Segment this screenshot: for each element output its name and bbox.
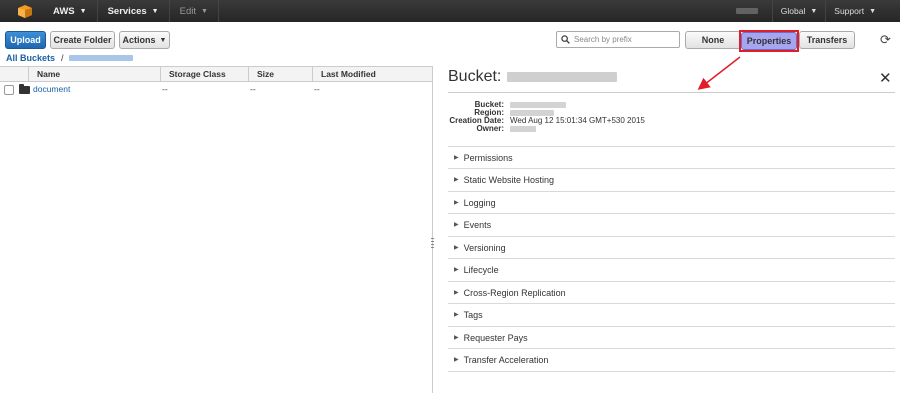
section-transfer-acceleration[interactable]: ▶ Transfer Acceleration (448, 348, 895, 370)
chevron-down-icon: ▼ (159, 36, 167, 44)
actions-button-label: Actions (122, 35, 156, 45)
panel-title-label: Bucket: (448, 68, 502, 85)
aws-menu-label: AWS (53, 5, 75, 17)
section-label: Tags (463, 309, 483, 320)
column-header-storage-class[interactable]: Storage Class (160, 67, 248, 82)
row-size: -- (250, 84, 256, 94)
create-folder-button[interactable]: Create Folder (50, 31, 115, 49)
section-cross-region-replication[interactable]: ▶ Cross-Region Replication (448, 281, 895, 303)
section-versioning[interactable]: ▶ Versioning (448, 236, 895, 258)
bucket-info: Bucket: Region: Creation Date: Wed Aug 1… (448, 101, 645, 133)
expand-triangle-icon: ▶ (454, 312, 459, 318)
section-label: Cross-Region Replication (463, 287, 566, 298)
expand-triangle-icon: ▶ (454, 357, 459, 363)
section-lifecycle[interactable]: ▶ Lifecycle (448, 258, 895, 280)
chevron-down-icon: ▼ (869, 7, 876, 15)
account-name-redacted[interactable] (735, 8, 758, 14)
panel-title: Bucket: (448, 68, 618, 86)
owner-value-redacted (510, 126, 536, 132)
expand-triangle-icon: ▶ (454, 177, 459, 183)
row-name-link[interactable]: document (33, 84, 70, 94)
expand-triangle-icon: ▶ (454, 245, 459, 251)
search-icon (561, 35, 570, 44)
breadcrumb-separator: / (61, 53, 64, 63)
chevron-down-icon: ▼ (810, 7, 818, 15)
close-icon[interactable]: ✕ (879, 69, 892, 87)
section-requester-pays[interactable]: ▶ Requester Pays (448, 326, 895, 348)
folder-icon (19, 84, 30, 94)
chevron-down-icon: ▼ (200, 7, 208, 15)
expand-triangle-icon: ▶ (454, 200, 459, 206)
section-label: Logging (463, 197, 496, 208)
section-label: Requester Pays (463, 332, 528, 343)
top-nav: AWS ▼ Services ▼ Edit ▼ Global ▼ Support… (0, 0, 900, 22)
section-label: Events (463, 219, 492, 230)
breadcrumb-bucket-redacted[interactable] (68, 55, 133, 61)
bucket-name-redacted (507, 72, 618, 82)
section-label: Permissions (463, 152, 513, 163)
support-menu[interactable]: Support ▼ (826, 6, 900, 16)
none-button[interactable]: None (685, 31, 741, 49)
owner-label: Owner: (476, 124, 504, 133)
section-permissions[interactable]: ▶ Permissions (448, 146, 895, 168)
breadcrumb: All Buckets / (6, 53, 133, 63)
table-row[interactable]: document -- -- -- (0, 83, 432, 97)
chevron-down-icon: ▼ (151, 7, 159, 15)
nav-right: Global ▼ Support ▼ (735, 0, 900, 22)
properties-highlight-box (739, 30, 799, 52)
search-input[interactable]: Search by prefix (556, 31, 680, 48)
services-menu[interactable]: Services ▼ (98, 0, 169, 22)
expand-triangle-icon: ▶ (454, 290, 459, 296)
sections-bottom-rule (448, 371, 895, 372)
column-header-name[interactable]: Name (28, 67, 160, 82)
region-menu[interactable]: Global ▼ (773, 6, 826, 16)
upload-button[interactable]: Upload (5, 31, 46, 49)
section-events[interactable]: ▶ Events (448, 213, 895, 235)
expand-triangle-icon: ▶ (454, 335, 459, 341)
row-checkbox[interactable] (4, 85, 14, 95)
search-placeholder: Search by prefix (574, 35, 632, 44)
breadcrumb-all-buckets[interactable]: All Buckets (6, 53, 55, 63)
section-tags[interactable]: ▶ Tags (448, 303, 895, 325)
row-last-modified: -- (314, 84, 320, 94)
expand-triangle-icon: ▶ (454, 267, 459, 273)
services-menu-label: Services (107, 5, 147, 17)
section-static-website-hosting[interactable]: ▶ Static Website Hosting (448, 168, 895, 190)
nav-divider (217, 0, 219, 22)
actions-button[interactable]: Actions ▼ (119, 31, 170, 49)
aws-menu[interactable]: AWS ▼ (43, 0, 97, 22)
section-label: Lifecycle (463, 264, 499, 275)
column-header-size[interactable]: Size (248, 67, 312, 82)
bucket-value-redacted (510, 102, 566, 108)
expand-triangle-icon: ▶ (454, 155, 459, 161)
column-header-last-modified[interactable]: Last Modified (312, 67, 432, 82)
row-storage-class: -- (162, 84, 168, 94)
edit-menu-label: Edit (179, 5, 196, 17)
panel-divider (448, 92, 895, 93)
section-label: Versioning (463, 242, 506, 253)
support-menu-label: Support (834, 6, 865, 16)
chevron-down-icon: ▼ (79, 7, 87, 15)
pane-divider (432, 66, 433, 393)
section-label: Transfer Acceleration (463, 354, 549, 365)
section-logging[interactable]: ▶ Logging (448, 191, 895, 213)
section-label: Static Website Hosting (463, 174, 554, 185)
region-menu-label: Global (780, 6, 806, 16)
transfers-button[interactable]: Transfers (799, 31, 855, 49)
edit-menu[interactable]: Edit ▼ (170, 0, 218, 22)
aws-cube-icon[interactable] (15, 3, 35, 19)
expand-triangle-icon: ▶ (454, 222, 459, 228)
creation-date-value: Wed Aug 12 15:01:34 GMT+530 2015 (510, 116, 645, 125)
resize-handle-icon[interactable] (431, 238, 434, 248)
refresh-icon[interactable]: ⟳ (880, 32, 891, 48)
table-header: Name Storage Class Size Last Modified (0, 66, 432, 82)
